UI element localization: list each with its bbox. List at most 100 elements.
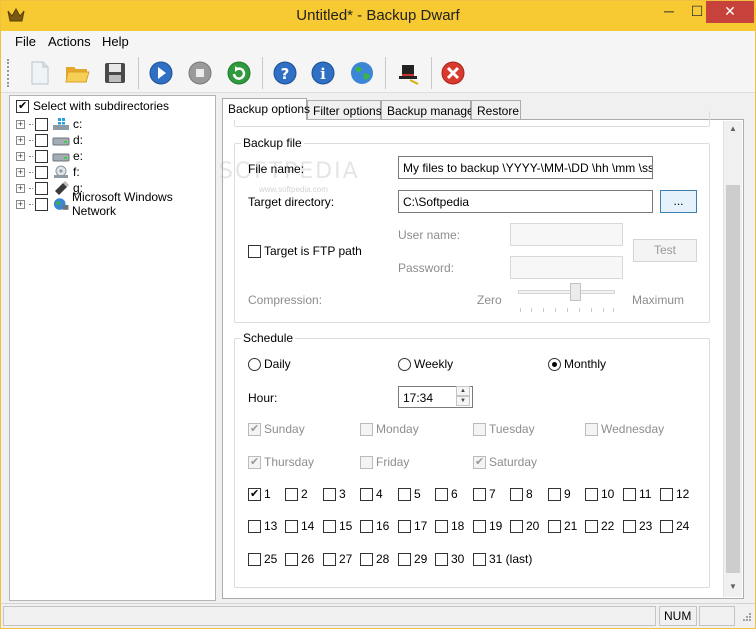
expand-icon[interactable]: + <box>16 167 25 177</box>
date-checkbox-7[interactable]: 7 <box>473 486 496 502</box>
spin-down-icon[interactable]: ▼ <box>456 396 470 406</box>
date-checkbox-17[interactable]: 17 <box>398 518 427 534</box>
date-checkbox-12[interactable]: 12 <box>660 486 689 502</box>
date-checkbox-20[interactable]: 20 <box>510 518 539 534</box>
wizard-icon[interactable] <box>392 57 424 89</box>
radio-daily[interactable]: Daily <box>248 356 291 372</box>
date-checkbox-4[interactable]: 4 <box>360 486 383 502</box>
day-checkbox-tuesday[interactable]: Tuesday <box>473 421 535 437</box>
date-label: 19 <box>489 519 503 533</box>
date-checkbox-6[interactable]: 6 <box>435 486 458 502</box>
menu-actions[interactable]: Actions <box>48 34 91 49</box>
day-checkbox-friday[interactable]: Friday <box>360 454 409 470</box>
date-checkbox-16[interactable]: 16 <box>360 518 389 534</box>
date-checkbox-19[interactable]: 19 <box>473 518 502 534</box>
expand-icon[interactable]: + <box>16 119 25 129</box>
date-checkbox-29[interactable]: 29 <box>398 551 427 567</box>
tree-item-checkbox[interactable] <box>35 117 48 131</box>
expand-icon[interactable]: + <box>16 199 25 209</box>
help-icon[interactable]: ? <box>269 57 301 89</box>
exit-icon[interactable] <box>437 57 469 89</box>
radio-monthly[interactable]: Monthly <box>548 356 606 372</box>
stop-icon[interactable] <box>184 57 216 89</box>
tree-item[interactable]: + c: <box>16 116 82 132</box>
test-button[interactable]: Test <box>633 239 697 262</box>
date-checkbox-30[interactable]: 30 <box>435 551 464 567</box>
open-folder-icon[interactable] <box>61 57 93 89</box>
close-button[interactable]: ✕ <box>706 1 754 23</box>
date-checkbox-14[interactable]: 14 <box>285 518 314 534</box>
folder-tree[interactable]: Select with subdirectories + c: + d: + e… <box>9 95 216 601</box>
tree-item-checkbox[interactable] <box>35 133 48 147</box>
date-checkbox-21[interactable]: 21 <box>548 518 577 534</box>
date-checkbox-24[interactable]: 24 <box>660 518 689 534</box>
play-icon[interactable] <box>145 57 177 89</box>
scroll-down-icon[interactable]: ▼ <box>724 579 742 595</box>
radio-weekly[interactable]: Weekly <box>398 356 453 372</box>
date-checkbox-8[interactable]: 8 <box>510 486 533 502</box>
tree-item-checkbox[interactable] <box>35 181 48 195</box>
tree-item-checkbox[interactable] <box>35 149 48 163</box>
date-checkbox-9[interactable]: 9 <box>548 486 571 502</box>
hour-spinner[interactable]: ▲ ▼ <box>456 386 470 407</box>
date-checkbox-2[interactable]: 2 <box>285 486 308 502</box>
day-checkbox-sunday[interactable]: Sunday <box>248 421 305 437</box>
compression-slider-thumb[interactable] <box>570 283 582 301</box>
date-checkbox-31-last[interactable]: 31 (last) <box>473 551 532 567</box>
date-checkbox-25[interactable]: 25 <box>248 551 277 567</box>
date-checkbox-23[interactable]: 23 <box>623 518 652 534</box>
save-icon[interactable] <box>99 57 131 89</box>
toolbar-grip[interactable] <box>7 59 11 87</box>
username-input[interactable] <box>510 223 623 246</box>
file-name-input[interactable]: My files to backup \YYYY-\MM-\DD \hh \mm… <box>398 156 653 179</box>
date-checkbox-10[interactable]: 10 <box>585 486 614 502</box>
date-checkbox-1[interactable]: 1 <box>248 486 271 502</box>
tree-item[interactable]: + Microsoft Windows Network <box>16 190 215 218</box>
date-checkbox-18[interactable]: 18 <box>435 518 464 534</box>
day-checkbox-thursday[interactable]: Thursday <box>248 454 314 470</box>
select-subdirectories-checkbox[interactable]: Select with subdirectories <box>16 98 169 114</box>
minimize-button[interactable]: ─ <box>655 1 683 23</box>
info-icon[interactable]: i <box>307 57 339 89</box>
expand-icon[interactable]: + <box>16 135 25 145</box>
tree-item[interactable]: + d: <box>16 132 83 148</box>
date-checkbox-5[interactable]: 5 <box>398 486 421 502</box>
password-input[interactable] <box>510 256 623 279</box>
spin-up-icon[interactable]: ▲ <box>456 386 470 396</box>
date-label: 30 <box>451 552 465 566</box>
date-checkbox-28[interactable]: 28 <box>360 551 389 567</box>
ftp-path-checkbox[interactable]: Target is FTP path <box>248 243 362 259</box>
select-subdirectories-box[interactable] <box>16 99 29 113</box>
date-label: 7 <box>489 487 496 501</box>
refresh-icon[interactable] <box>223 57 255 89</box>
scroll-up-icon[interactable]: ▲ <box>724 121 742 137</box>
date-checkbox-27[interactable]: 27 <box>323 551 352 567</box>
tree-item-checkbox[interactable] <box>35 165 48 179</box>
compression-slider[interactable] <box>518 290 615 294</box>
date-checkbox-11[interactable]: 11 <box>623 486 651 502</box>
browse-button[interactable]: ... <box>660 190 697 213</box>
scrollbar-thumb[interactable] <box>726 185 740 573</box>
menu-file[interactable]: File <box>15 34 36 49</box>
expand-icon[interactable]: + <box>16 151 25 161</box>
date-checkbox-22[interactable]: 22 <box>585 518 614 534</box>
day-checkbox-wednesday[interactable]: Wednesday <box>585 421 664 437</box>
tree-item[interactable]: + e: <box>16 148 83 164</box>
tab-backup-options[interactable]: Backup options <box>222 98 310 120</box>
day-checkbox-monday[interactable]: Monday <box>360 421 419 437</box>
day-checkbox-saturday[interactable]: Saturday <box>473 454 537 470</box>
resize-grip-icon[interactable] <box>740 612 752 624</box>
vertical-scrollbar[interactable]: ▲ ▼ <box>723 121 742 597</box>
new-document-icon[interactable] <box>23 57 55 89</box>
tree-item[interactable]: + f: <box>16 164 80 180</box>
date-checkbox-3[interactable]: 3 <box>323 486 346 502</box>
tree-item-label: e: <box>73 149 84 163</box>
expand-icon[interactable]: + <box>16 183 25 193</box>
tree-item-checkbox[interactable] <box>34 197 48 211</box>
globe-icon[interactable] <box>346 57 378 89</box>
date-checkbox-13[interactable]: 13 <box>248 518 277 534</box>
date-checkbox-15[interactable]: 15 <box>323 518 352 534</box>
menu-help[interactable]: Help <box>102 34 129 49</box>
date-checkbox-26[interactable]: 26 <box>285 551 314 567</box>
target-directory-input[interactable]: C:\Softpedia <box>398 190 653 213</box>
